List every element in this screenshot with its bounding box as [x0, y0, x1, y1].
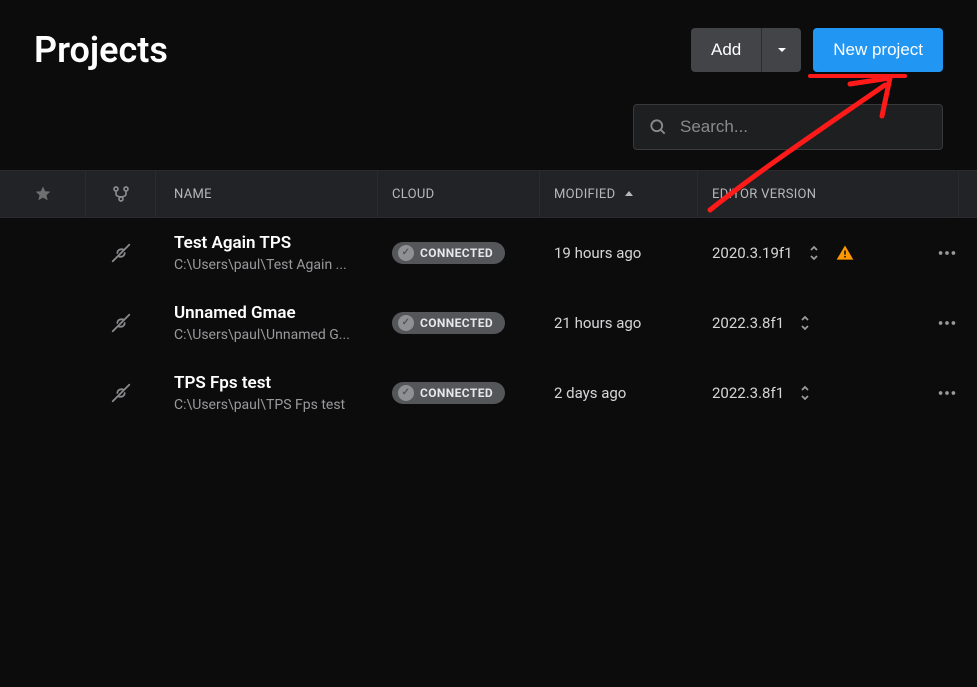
column-header-star[interactable] — [0, 171, 86, 217]
sort-asc-icon — [623, 188, 635, 200]
row-menu-button[interactable] — [917, 382, 977, 404]
table-row[interactable]: TPS Fps test C:\Users\paul\TPS Fps test ✓ C… — [0, 358, 977, 428]
row-name-cell: Test Again TPS C:\Users\paul\Test Again .… — [156, 233, 378, 273]
row-link-cell — [86, 242, 156, 264]
cloud-status-label: CONNECTED — [420, 386, 493, 400]
cloud-status-label: CONNECTED — [420, 246, 493, 260]
modified-time: 19 hours ago — [554, 244, 641, 262]
row-modified-cell: 21 hours ago — [540, 314, 698, 332]
column-header-name[interactable]: NAME — [156, 171, 378, 217]
version-selector-icon[interactable] — [807, 244, 821, 262]
new-project-button[interactable]: New project — [813, 28, 943, 72]
row-menu-button[interactable] — [917, 242, 977, 264]
unlinked-icon — [110, 312, 132, 334]
row-menu-button[interactable] — [917, 312, 977, 334]
project-path: C:\Users\paul\Unnamed G... — [174, 327, 374, 343]
row-cloud-cell: ✓ CONNECTED — [378, 382, 540, 404]
search-box[interactable] — [633, 104, 943, 150]
add-dropdown-button[interactable] — [761, 28, 801, 72]
check-icon: ✓ — [398, 245, 414, 261]
row-modified-cell: 19 hours ago — [540, 244, 698, 262]
row-name-cell: TPS Fps test C:\Users\paul\TPS Fps test — [156, 373, 378, 413]
cloud-connected-badge: ✓ CONNECTED — [392, 382, 505, 404]
row-cloud-cell: ✓ CONNECTED — [378, 312, 540, 334]
check-icon: ✓ — [398, 315, 414, 331]
table-header: NAME CLOUD MODIFIED EDITOR VERSION — [0, 170, 977, 218]
table-row[interactable]: Unnamed Gmae C:\Users\paul\Unnamed G... ✓ C… — [0, 288, 977, 358]
kebab-icon — [936, 312, 958, 334]
project-name: Test Again TPS — [174, 233, 374, 253]
table-row[interactable]: Test Again TPS C:\Users\paul\Test Again .… — [0, 218, 977, 288]
unlinked-icon — [110, 242, 132, 264]
kebab-icon — [936, 242, 958, 264]
search-input[interactable] — [680, 117, 928, 137]
row-name-cell: Unnamed Gmae C:\Users\paul\Unnamed G... — [156, 303, 378, 343]
warning-icon[interactable] — [835, 243, 855, 263]
row-modified-cell: 2 days ago — [540, 384, 698, 402]
caret-down-icon — [776, 44, 788, 56]
kebab-icon — [936, 382, 958, 404]
row-link-cell — [86, 312, 156, 334]
add-button[interactable]: Add — [691, 28, 761, 72]
row-version-cell: 2022.3.8f1 — [698, 384, 917, 402]
cloud-connected-badge: ✓ CONNECTED — [392, 242, 505, 264]
version-control-icon — [111, 184, 131, 204]
search-icon — [648, 117, 668, 137]
column-header-cloud[interactable]: CLOUD — [378, 171, 540, 217]
project-path: C:\Users\paul\Test Again ... — [174, 257, 374, 273]
row-cloud-cell: ✓ CONNECTED — [378, 242, 540, 264]
editor-version: 2022.3.8f1 — [712, 314, 784, 332]
editor-version: 2020.3.19f1 — [712, 244, 793, 262]
add-button-group: Add — [691, 28, 801, 72]
modified-time: 21 hours ago — [554, 314, 641, 332]
cloud-status-label: CONNECTED — [420, 316, 493, 330]
column-header-editor-version[interactable]: EDITOR VERSION — [698, 171, 959, 217]
modified-time: 2 days ago — [554, 384, 626, 402]
check-icon: ✓ — [398, 385, 414, 401]
star-icon — [34, 185, 52, 203]
page-title: Projects — [34, 29, 168, 71]
column-header-modified[interactable]: MODIFIED — [540, 171, 698, 217]
project-path: C:\Users\paul\TPS Fps test — [174, 397, 374, 413]
project-name: Unnamed Gmae — [174, 303, 374, 323]
cloud-connected-badge: ✓ CONNECTED — [392, 312, 505, 334]
unlinked-icon — [110, 382, 132, 404]
version-selector-icon[interactable] — [798, 384, 812, 402]
version-selector-icon[interactable] — [798, 314, 812, 332]
project-name: TPS Fps test — [174, 373, 374, 393]
column-header-modified-label: MODIFIED — [554, 187, 615, 202]
row-version-cell: 2020.3.19f1 — [698, 243, 917, 263]
row-link-cell — [86, 382, 156, 404]
column-header-link[interactable] — [86, 171, 156, 217]
row-version-cell: 2022.3.8f1 — [698, 314, 917, 332]
editor-version: 2022.3.8f1 — [712, 384, 784, 402]
